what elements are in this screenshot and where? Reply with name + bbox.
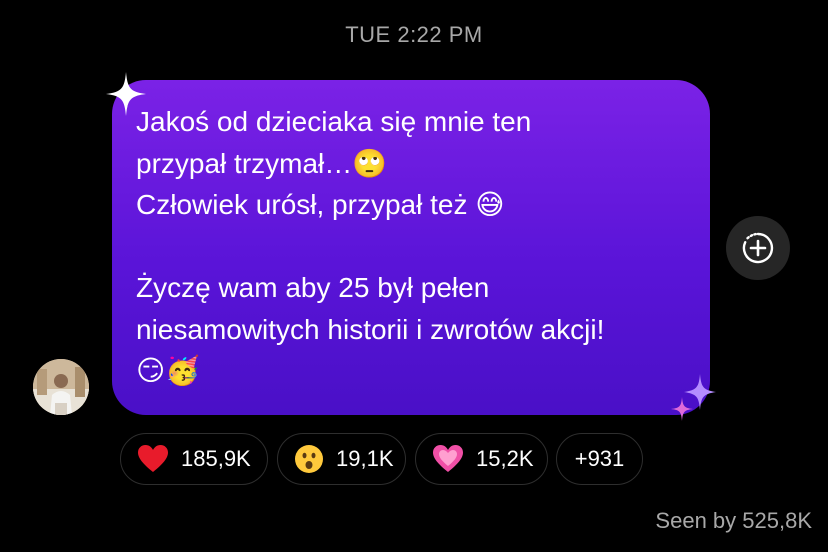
sparkle-icon [671, 397, 693, 421]
reaction-count: +931 [574, 446, 625, 471]
sparkle-icon [106, 72, 146, 116]
reaction-count: 19,1K [336, 446, 394, 471]
thread-timestamp: TUE 2:22 PM [345, 22, 483, 47]
reaction-count: 15,2K [476, 446, 534, 471]
avatar-photo [33, 359, 89, 415]
dm-thread-screen: TUE 2:22 PM Jakoś od dzieciaka się mnie … [0, 0, 828, 552]
reaction-surprised-button[interactable]: 19,1K [277, 433, 406, 485]
message-text: Jakoś od dzieciaka się mnie ten przypał … [136, 106, 605, 386]
sender-avatar[interactable] [33, 359, 89, 415]
surprised-face-icon [295, 445, 323, 473]
reaction-count: 185,9K [181, 446, 251, 471]
pink-heart-icon [433, 445, 463, 472]
add-reaction-button[interactable] [726, 216, 790, 280]
seen-by-label: Seen by 525,8K [655, 508, 812, 533]
reaction-heart-button[interactable]: 185,9K [120, 433, 268, 485]
reaction-pink-heart-button[interactable]: 15,2K [415, 433, 548, 485]
add-circle-dashed-icon [742, 232, 774, 264]
red-heart-icon [138, 445, 168, 472]
more-reactions-button[interactable]: +931 [556, 433, 643, 485]
